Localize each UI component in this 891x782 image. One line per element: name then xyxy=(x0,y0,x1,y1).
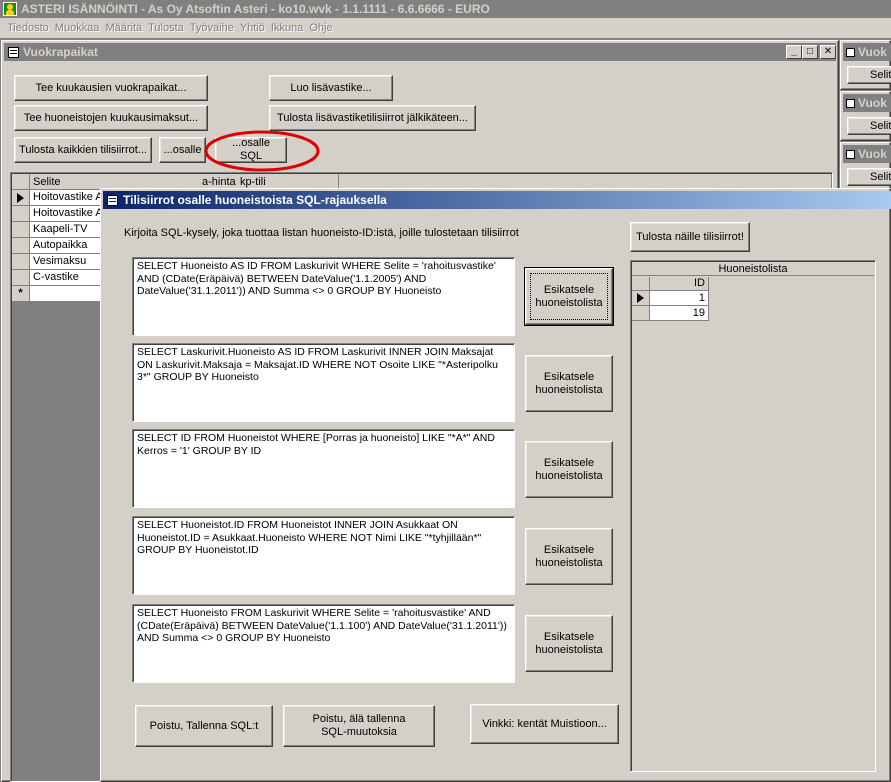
partial-button[interactable]: ...osalle xyxy=(159,137,206,163)
table-row[interactable]: C-vastike xyxy=(30,270,102,286)
dialog-form-icon xyxy=(107,194,118,206)
form-icon xyxy=(846,47,855,57)
menu-tyovaihe[interactable]: Työvaihe xyxy=(187,22,237,34)
vuokrapaikat-title: Vuokrapaikat xyxy=(23,45,98,59)
current-row-arrow-icon xyxy=(637,293,644,303)
print-all-button[interactable]: Tulosta kaikkien tilisiirrot... xyxy=(14,137,152,163)
sql-instruction: Kirjoita SQL-kysely, joka tuottaa listan… xyxy=(124,227,519,239)
new-row-selector[interactable]: * xyxy=(12,286,30,302)
print-extra-button[interactable]: Tulosta lisävastiketilisiirrot jälkikäte… xyxy=(269,105,476,131)
table-row[interactable]: Autopaikka xyxy=(30,238,102,254)
side-window-1-titlebar: Vuok xyxy=(843,43,891,61)
side-window-3-button[interactable]: Selit xyxy=(847,168,891,186)
vuokrapaikat-titlebar: Vuokrapaikat _ □ ✕ xyxy=(4,43,836,61)
preview-button-1[interactable]: Esikatsele huoneistolista xyxy=(524,267,614,326)
menu-tulosta[interactable]: Tulosta xyxy=(145,22,187,34)
menu-ohje[interactable]: Ohje xyxy=(306,22,335,34)
side-window-3: Vuok Selit xyxy=(840,142,891,192)
list-item[interactable]: 19 xyxy=(650,306,709,321)
form-icon xyxy=(846,149,855,159)
row-selector-current[interactable] xyxy=(12,190,30,206)
preview-button-2[interactable]: Esikatsele huoneistolista xyxy=(525,355,613,412)
sql-query-input-2[interactable]: SELECT Laskurivit.Huoneisto AS ID FROM L… xyxy=(132,343,515,422)
row-selector[interactable] xyxy=(12,222,30,238)
side-window-1: Vuok Selit xyxy=(840,40,891,90)
side-window-2-title: Vuok xyxy=(858,96,887,110)
print-selected-button[interactable]: Tulosta näille tilisiirrot! xyxy=(630,222,750,252)
menu-muokkaa[interactable]: Muokkaa xyxy=(52,22,103,34)
apartment-list xyxy=(630,260,876,772)
sql-dialog-titlebar: Tilisiirrot osalle huoneistoista SQL-raj… xyxy=(103,191,891,209)
form-icon xyxy=(8,46,19,58)
sql-query-input-1[interactable]: SELECT Huoneisto AS ID FROM Laskurivit W… xyxy=(132,257,515,336)
side-window-3-title: Vuok xyxy=(858,147,887,161)
create-extra-button[interactable]: Luo lisävastike... xyxy=(269,75,393,101)
form-icon xyxy=(846,98,855,108)
menu-yhtio[interactable]: Yhtiö xyxy=(237,22,268,34)
sql-query-input-4[interactable]: SELECT Huoneistot.ID FROM Huoneistot INN… xyxy=(132,516,515,595)
list-header-id[interactable]: ID xyxy=(650,277,709,291)
sql-query-input-3[interactable]: SELECT ID FROM Huoneistot WHERE [Porras … xyxy=(132,429,515,508)
row-selector[interactable] xyxy=(12,254,30,270)
highlight-circle xyxy=(204,130,320,172)
close-button[interactable]: ✕ xyxy=(820,45,836,59)
row-selector[interactable] xyxy=(12,270,30,286)
sql-query-input-5[interactable]: SELECT Huoneisto FROM Laskurivit WHERE S… xyxy=(132,604,515,683)
menu-bar: Tiedosto Muokkaa Määritä Tulosta Työvaih… xyxy=(0,18,891,38)
minimize-button[interactable]: _ xyxy=(786,45,802,59)
app-icon xyxy=(3,2,17,16)
maximize-button[interactable]: □ xyxy=(802,45,818,59)
save-exit-button[interactable]: Poistu, Tallenna SQL:t xyxy=(135,705,273,747)
new-row-marker: * xyxy=(18,287,23,299)
side-window-2: Vuok Selit xyxy=(840,91,891,141)
menu-maarita[interactable]: Määritä xyxy=(102,22,145,34)
table-row[interactable]: Kaapeli-TV xyxy=(30,222,102,238)
exit-nosave-button[interactable]: Poistu, älä tallenna SQL-muutoksia xyxy=(283,705,435,747)
list-row-selector-current[interactable] xyxy=(632,291,650,306)
table-row[interactable]: Hoitovastike A xyxy=(30,206,102,222)
current-row-arrow-icon xyxy=(17,193,24,203)
grid-header-corner xyxy=(12,174,30,190)
table-row[interactable]: Vesimaksu xyxy=(30,254,102,270)
monthly-rents-button[interactable]: Tee kuukausien vuokrapaikat... xyxy=(14,75,208,101)
new-row-cell[interactable] xyxy=(30,286,102,302)
side-window-2-titlebar: Vuok xyxy=(843,94,891,112)
tip-notepad-button[interactable]: Vinkki: kentät Muistioon... xyxy=(470,704,619,744)
row-selector[interactable] xyxy=(12,206,30,222)
table-row[interactable]: Hoitovastike A xyxy=(30,190,102,206)
menu-tiedosto[interactable]: Tiedosto xyxy=(4,22,52,34)
side-window-2-button[interactable]: Selit xyxy=(847,117,891,135)
side-window-3-titlebar: Vuok xyxy=(843,145,891,163)
sql-dialog-title: Tilisiirrot osalle huoneistoista SQL-raj… xyxy=(123,193,387,207)
list-item[interactable]: 1 xyxy=(650,291,709,306)
apartment-list-title: Huoneistolista xyxy=(632,262,874,276)
app-titlebar: ASTERI ISÄNNÖINTI - As Oy Atsoftin Aster… xyxy=(0,0,891,18)
grid-header-kp-tili[interactable]: kp-tili xyxy=(240,175,280,189)
preview-button-3[interactable]: Esikatsele huoneistolista xyxy=(525,441,613,498)
app-title: ASTERI ISÄNNÖINTI - As Oy Atsoftin Aster… xyxy=(21,2,490,16)
preview-button-4[interactable]: Esikatsele huoneistolista xyxy=(525,528,613,585)
side-window-1-button[interactable]: Selit xyxy=(847,66,891,84)
row-selector[interactable] xyxy=(12,238,30,254)
grid-header-a-hinta[interactable]: a-hinta xyxy=(202,175,242,189)
side-window-1-title: Vuok xyxy=(858,45,887,59)
list-row-selector[interactable] xyxy=(632,306,650,321)
preview-button-5[interactable]: Esikatsele huoneistolista xyxy=(525,615,613,672)
grid-header-selite[interactable]: Selite xyxy=(33,175,133,189)
apartment-fees-button[interactable]: Tee huoneistojen kuukausimaksut... xyxy=(14,105,208,131)
menu-ikkuna[interactable]: Ikkuna xyxy=(268,22,306,34)
list-header-corner xyxy=(632,277,650,291)
